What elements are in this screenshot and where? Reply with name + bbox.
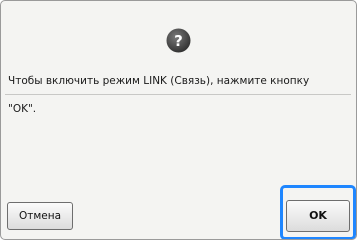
svg-text:?: ?	[174, 32, 183, 50]
message-area: Чтобы включить режим LINK (Связь), нажми…	[5, 56, 351, 115]
cancel-button[interactable]: Отмена	[7, 202, 73, 230]
message-divider-bottom	[5, 94, 351, 95]
message-text: Чтобы включить режим LINK (Связь), нажми…	[8, 60, 348, 130]
message-line-2: "OK".	[8, 103, 37, 115]
message-line-1: Чтобы включить режим LINK (Связь), нажми…	[8, 75, 310, 87]
link-mode-dialog: ? Чтобы включить режим LINK (Связь), наж…	[0, 0, 357, 240]
question-icon: ?	[166, 28, 191, 53]
ok-button[interactable]: OK	[286, 200, 350, 232]
